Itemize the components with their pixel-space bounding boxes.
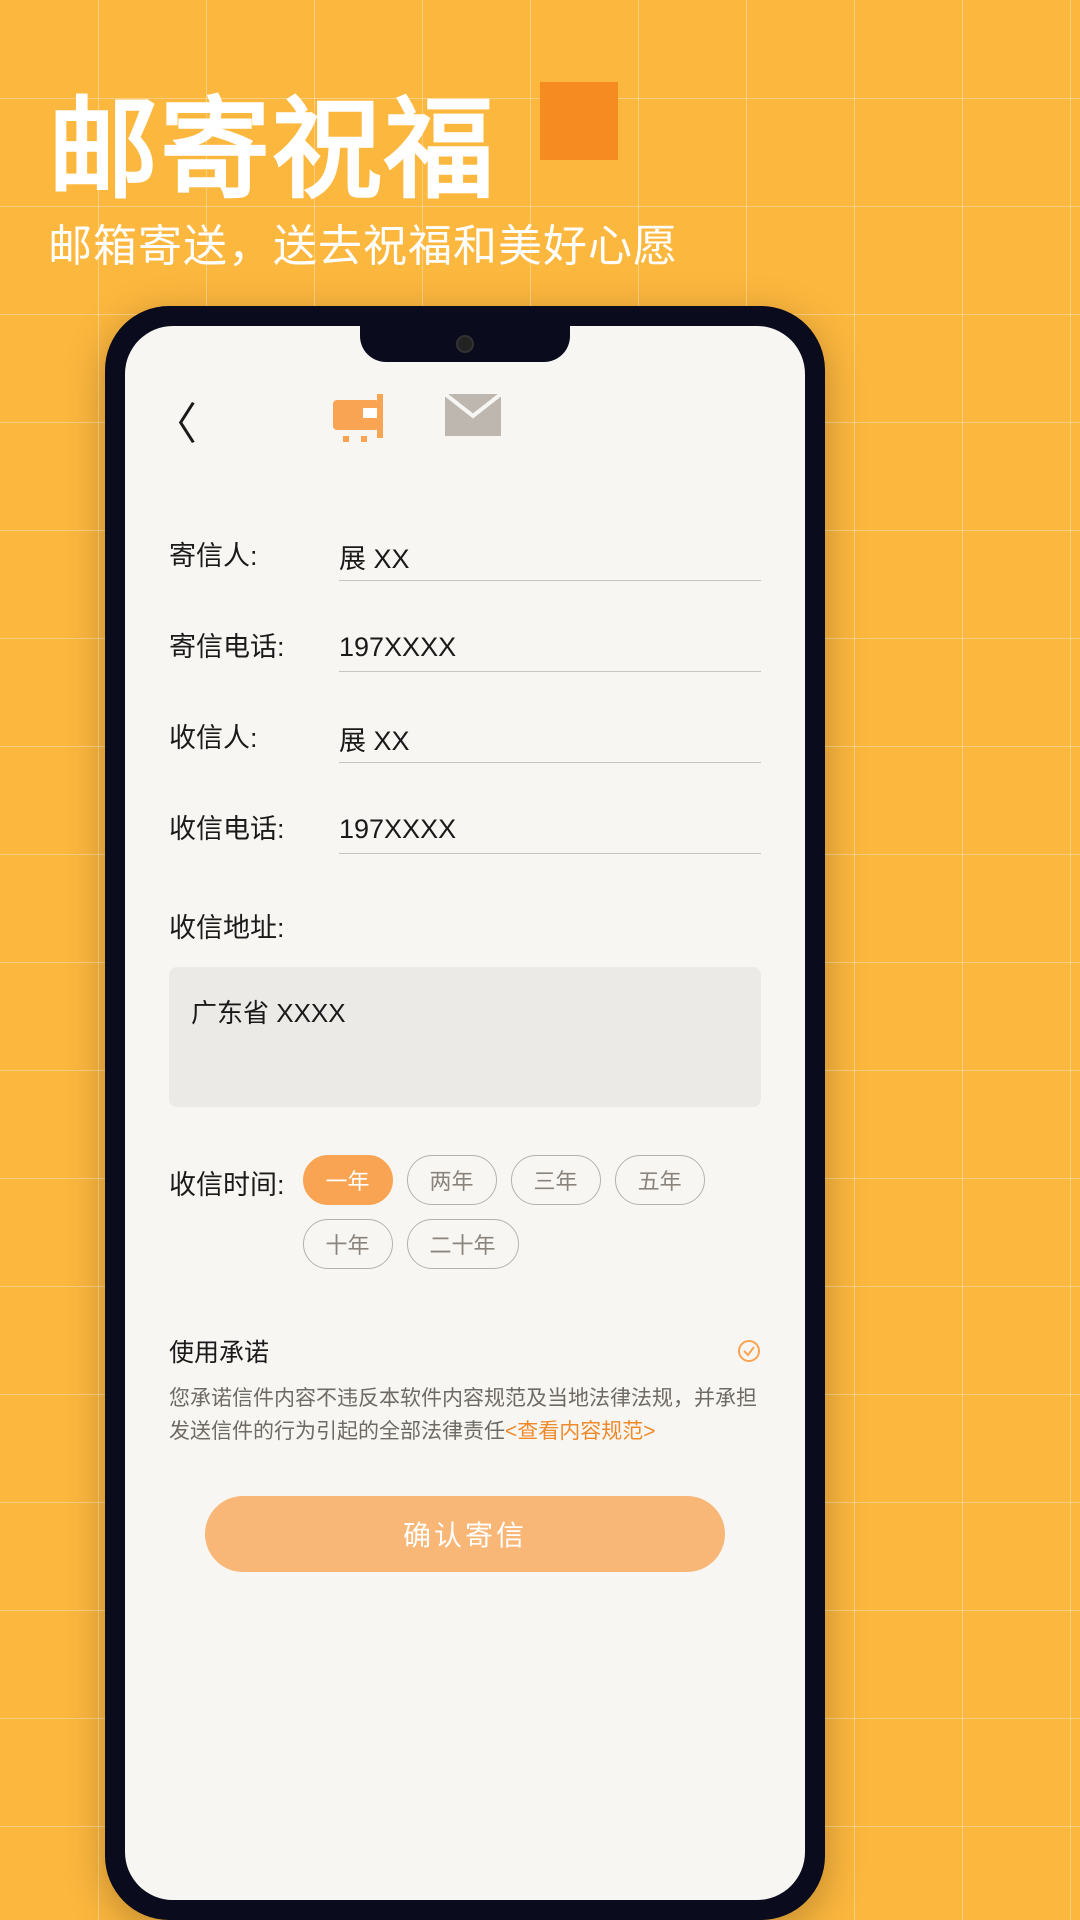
agreement-block: 使用承诺 您承诺信件内容不违反本软件内容规范及当地法律法规，并承担发送信件的行为…	[169, 1333, 761, 1448]
decorative-square	[540, 82, 618, 160]
time-chip[interactable]: 三年	[511, 1155, 601, 1205]
agreement-body: 您承诺信件内容不违反本软件内容规范及当地法律法规，并承担发送信件的行为引起的全部…	[169, 1387, 757, 1443]
sender-label: 寄信人:	[169, 534, 309, 581]
header-tabs	[331, 394, 501, 447]
agreement-text: 您承诺信件内容不违反本软件内容规范及当地法律法规，并承担发送信件的行为引起的全部…	[169, 1383, 761, 1448]
agreement-title: 使用承诺	[169, 1333, 269, 1369]
time-chip[interactable]: 两年	[407, 1155, 497, 1205]
phone-frame: 〈 寄信人: 寄信电话: 收信人:	[105, 306, 825, 1920]
hero-title: 邮寄祝福	[48, 60, 496, 220]
sender-phone-input[interactable]	[339, 626, 761, 672]
sender-phone-label: 寄信电话:	[169, 625, 309, 672]
confirm-button[interactable]: 确认寄信	[205, 1496, 725, 1572]
time-chip[interactable]: 一年	[303, 1155, 393, 1205]
time-chip[interactable]: 十年	[303, 1219, 393, 1269]
recipient-phone-input[interactable]	[339, 808, 761, 854]
mailbox-icon[interactable]	[331, 394, 391, 447]
recipient-phone-row: 收信电话:	[169, 807, 761, 854]
recipient-phone-label: 收信电话:	[169, 807, 309, 854]
phone-screen: 〈 寄信人: 寄信电话: 收信人:	[125, 326, 805, 1900]
time-row: 收信时间: 一年两年三年五年十年二十年	[169, 1155, 761, 1269]
recipient-input[interactable]	[339, 717, 761, 763]
agreement-link[interactable]: <查看内容规范>	[505, 1420, 656, 1443]
agreement-check-icon[interactable]	[737, 1339, 761, 1363]
back-icon[interactable]: 〈	[153, 388, 197, 452]
time-chip[interactable]: 五年	[615, 1155, 705, 1205]
sender-row: 寄信人:	[169, 534, 761, 581]
address-input[interactable]: 广东省 XXXX	[169, 967, 761, 1107]
address-label: 收信地址:	[169, 906, 761, 945]
phone-notch	[360, 326, 570, 362]
hero-subtitle: 邮箱寄送，送去祝福和美好心愿	[48, 210, 678, 274]
time-chip[interactable]: 二十年	[407, 1219, 519, 1269]
sender-input[interactable]	[339, 535, 761, 581]
recipient-label: 收信人:	[169, 716, 309, 763]
sender-phone-row: 寄信电话:	[169, 625, 761, 672]
time-label: 收信时间:	[169, 1155, 285, 1202]
time-chip-group: 一年两年三年五年十年二十年	[303, 1155, 761, 1269]
recipient-row: 收信人:	[169, 716, 761, 763]
form-area: 寄信人: 寄信电话: 收信人: 收信电话: 收信地址: 广东省 XXXX 收信时…	[125, 466, 805, 1572]
envelope-icon[interactable]	[445, 394, 501, 447]
